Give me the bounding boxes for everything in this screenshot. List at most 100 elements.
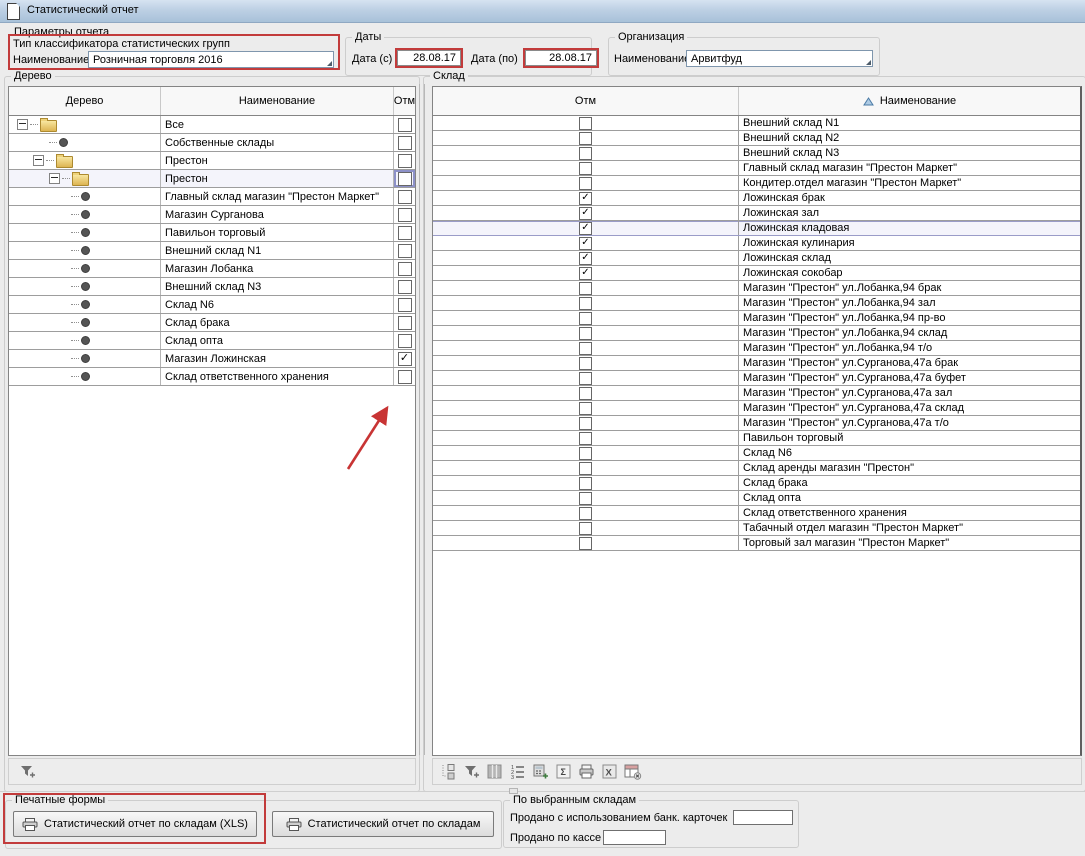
tree-node-label[interactable]: Магазин Ложинская: [161, 350, 394, 367]
classifier-combo[interactable]: Розничная торговля 2016: [88, 51, 334, 68]
calculator-add-icon[interactable]: [530, 762, 550, 782]
store-row-mark-cell[interactable]: [433, 536, 739, 550]
tree-row-hierarchy-cell[interactable]: [9, 314, 161, 331]
tree-row-checkbox[interactable]: [398, 370, 412, 384]
store-row-mark-cell[interactable]: [433, 341, 739, 355]
tree-row[interactable]: Внешний склад N1: [9, 242, 415, 260]
store-name-label[interactable]: Склад аренды магазин "Престон": [739, 461, 1080, 475]
date-from-input[interactable]: 28.08.17: [397, 50, 461, 66]
store-row-mark-cell[interactable]: [433, 476, 739, 490]
store-table-header[interactable]: Отм Наименование: [433, 87, 1080, 116]
tree-row-mark-cell[interactable]: [394, 224, 415, 241]
store-name-label[interactable]: Склад ответственного хранения: [739, 506, 1080, 520]
store-name-label[interactable]: Торговый зал магазин "Престон Маркет": [739, 536, 1080, 550]
store-row-checkbox[interactable]: [579, 357, 592, 370]
store-row-mark-cell[interactable]: ✓: [433, 266, 739, 280]
store-row-checkbox[interactable]: [579, 402, 592, 415]
tree-col-header-tree[interactable]: Дерево: [9, 87, 161, 115]
hierarchy-icon[interactable]: [438, 762, 458, 782]
tree-row-hierarchy-cell[interactable]: [9, 206, 161, 223]
store-row[interactable]: Магазин "Престон" ул.Лобанка,94 пр-во: [433, 311, 1080, 326]
store-row[interactable]: Главный склад магазин "Престон Маркет": [433, 161, 1080, 176]
tree-row-checkbox[interactable]: ✓: [398, 352, 412, 366]
tree-row-hierarchy-cell[interactable]: [9, 224, 161, 241]
tree-row-mark-cell[interactable]: [394, 152, 415, 169]
store-row-checkbox[interactable]: [579, 162, 592, 175]
tree-row-checkbox[interactable]: [398, 118, 412, 132]
store-row[interactable]: Магазин "Престон" ул.Сурганова,47а зал: [433, 386, 1080, 401]
store-name-label[interactable]: Внешний склад N2: [739, 131, 1080, 145]
store-row-checkbox[interactable]: [579, 132, 592, 145]
store-row[interactable]: Павильон торговый: [433, 431, 1080, 446]
tree-node-label[interactable]: Все: [161, 116, 394, 133]
tree-row-hierarchy-cell[interactable]: [9, 134, 161, 151]
store-row-checkbox[interactable]: ✓: [579, 207, 592, 220]
tree-row-mark-cell[interactable]: [394, 188, 415, 205]
tree-node-label[interactable]: Магазин Сурганова: [161, 206, 394, 223]
store-row[interactable]: Торговый зал магазин "Престон Маркет": [433, 536, 1080, 551]
bank-cards-input[interactable]: [733, 810, 793, 825]
tree-row[interactable]: Магазин Лобанка: [9, 260, 415, 278]
store-row-checkbox[interactable]: [579, 177, 592, 190]
store-name-label[interactable]: Внешний склад N1: [739, 116, 1080, 130]
store-row-checkbox[interactable]: [579, 147, 592, 160]
store-row-checkbox[interactable]: [579, 117, 592, 130]
store-row-mark-cell[interactable]: ✓: [433, 191, 739, 205]
tree-row-mark-cell[interactable]: [394, 278, 415, 295]
tree-row-mark-cell[interactable]: [394, 314, 415, 331]
store-row[interactable]: Внешний склад N3: [433, 146, 1080, 161]
tree-row-hierarchy-cell[interactable]: [9, 152, 161, 169]
tree-row-mark-cell[interactable]: [394, 368, 415, 385]
tree-node-label[interactable]: Магазин Лобанка: [161, 260, 394, 277]
store-name-label[interactable]: Магазин "Престон" ул.Лобанка,94 склад: [739, 326, 1080, 340]
tree-node-label[interactable]: Склад N6: [161, 296, 394, 313]
tree-row[interactable]: Склад ответственного хранения: [9, 368, 415, 386]
store-row-checkbox[interactable]: [579, 447, 592, 460]
store-name-label[interactable]: Внешний склад N3: [739, 146, 1080, 160]
store-row-mark-cell[interactable]: [433, 506, 739, 520]
store-name-label[interactable]: Ложинская кладовая: [739, 221, 1080, 235]
tree-row[interactable]: Павильон торговый: [9, 224, 415, 242]
store-row[interactable]: ✓Ложинская кладовая: [433, 221, 1080, 236]
store-row-mark-cell[interactable]: [433, 116, 739, 130]
store-row[interactable]: Склад ответственного хранения: [433, 506, 1080, 521]
tree-row[interactable]: Склад N6: [9, 296, 415, 314]
tree-row-checkbox[interactable]: [398, 316, 412, 330]
store-row-mark-cell[interactable]: [433, 491, 739, 505]
tree-col-header-mark[interactable]: Отм: [394, 87, 415, 115]
store-name-label[interactable]: Магазин "Престон" ул.Сурганова,47а зал: [739, 386, 1080, 400]
store-name-label[interactable]: Павильон торговый: [739, 431, 1080, 445]
tree-row[interactable]: Склад опта: [9, 332, 415, 350]
store-row-checkbox[interactable]: [579, 372, 592, 385]
store-row-checkbox[interactable]: [579, 492, 592, 505]
tree-node-label[interactable]: Главный склад магазин "Престон Маркет": [161, 188, 394, 205]
store-col-header-name[interactable]: Наименование: [739, 87, 1080, 115]
store-row[interactable]: Магазин "Престон" ул.Лобанка,94 зал: [433, 296, 1080, 311]
store-row[interactable]: Внешний склад N2: [433, 131, 1080, 146]
tree-row[interactable]: Магазин Сурганова: [9, 206, 415, 224]
tree-table-header[interactable]: Дерево Наименование Отм: [9, 87, 415, 116]
store-row-checkbox[interactable]: ✓: [579, 267, 592, 280]
store-name-label[interactable]: Кондитер.отдел магазин "Престон Маркет": [739, 176, 1080, 190]
tree-row-checkbox[interactable]: [398, 136, 412, 150]
tree-row-checkbox[interactable]: [398, 298, 412, 312]
sum-icon[interactable]: Σ: [553, 762, 573, 782]
tree-node-label[interactable]: Склад опта: [161, 332, 394, 349]
store-row-checkbox[interactable]: [579, 522, 592, 535]
tree-row-checkbox[interactable]: [398, 154, 412, 168]
collapse-expander-icon[interactable]: [33, 155, 44, 166]
store-row-mark-cell[interactable]: ✓: [433, 236, 739, 250]
store-row[interactable]: Магазин "Престон" ул.Лобанка,94 т/о: [433, 341, 1080, 356]
store-row-checkbox[interactable]: [579, 432, 592, 445]
store-row-mark-cell[interactable]: [433, 356, 739, 370]
tree-row-hierarchy-cell[interactable]: [9, 278, 161, 295]
tree-node-label[interactable]: Внешний склад N1: [161, 242, 394, 259]
store-row[interactable]: Магазин "Престон" ул.Лобанка,94 склад: [433, 326, 1080, 341]
store-row[interactable]: ✓Ложинская кулинария: [433, 236, 1080, 251]
store-row-mark-cell[interactable]: [433, 386, 739, 400]
tree-node-label[interactable]: Павильон торговый: [161, 224, 394, 241]
tree-row-checkbox[interactable]: [398, 172, 412, 186]
collapse-expander-icon[interactable]: [17, 119, 28, 130]
store-row[interactable]: Внешний склад N1: [433, 116, 1080, 131]
window-titlebar[interactable]: Статистический отчет: [0, 0, 1085, 23]
